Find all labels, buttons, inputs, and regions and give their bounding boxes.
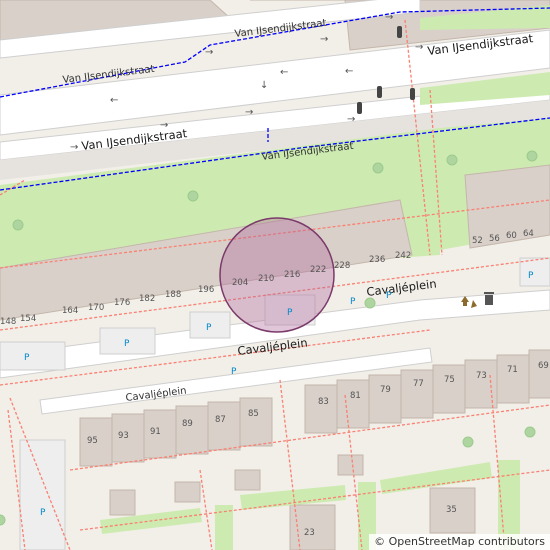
house-number: 85 — [248, 409, 259, 419]
house-number: 164 — [62, 306, 78, 316]
house-number: 242 — [395, 251, 411, 261]
house-number: 93 — [118, 431, 129, 441]
map-view[interactable]: → → → ← ← ← → → → → → ↓ Van IJsendijkstraat Van … — [0, 0, 550, 550]
house-number: 71 — [507, 365, 518, 375]
house-number: 176 — [114, 298, 130, 308]
location-marker[interactable] — [219, 217, 335, 333]
house-number: 89 — [182, 419, 193, 429]
map-attribution[interactable]: © OpenStreetMap contributors — [369, 534, 550, 550]
copyright-symbol: © — [374, 535, 386, 548]
svg-text:←: ← — [345, 66, 353, 77]
svg-text:↓: ↓ — [260, 80, 268, 91]
house-number: 236 — [369, 255, 385, 265]
house-number: 210 — [258, 274, 274, 284]
svg-text:→: → — [347, 114, 355, 125]
house-number: 77 — [413, 379, 424, 389]
house-number: 35 — [446, 505, 457, 515]
house-number: 204 — [232, 278, 248, 288]
parking-label: P — [528, 271, 534, 281]
svg-text:→: → — [385, 12, 393, 23]
house-number: 188 — [165, 290, 181, 300]
house-number: 23 — [304, 528, 315, 538]
parking-label: P — [231, 367, 237, 377]
svg-text:→: → — [320, 34, 328, 45]
parking-label: P — [386, 291, 392, 301]
house-number: 73 — [476, 371, 487, 381]
house-number: 81 — [350, 391, 361, 401]
house-number: 60 — [506, 231, 517, 241]
parking-label: P — [287, 308, 293, 318]
parking-label: P — [40, 508, 46, 518]
house-number: 83 — [318, 397, 329, 407]
house-number: 75 — [444, 375, 455, 385]
house-number: 52 — [472, 236, 483, 246]
svg-text:→: → — [415, 42, 423, 53]
house-number: 95 — [87, 436, 98, 446]
parking-label: P — [24, 353, 30, 363]
svg-text:→: → — [245, 107, 253, 118]
house-number: 79 — [380, 385, 391, 395]
house-number: 87 — [215, 415, 226, 425]
svg-text:→: → — [205, 47, 213, 58]
house-number: 69 — [538, 361, 549, 371]
house-number: 182 — [139, 294, 155, 304]
parking-label: P — [124, 339, 130, 349]
house-number: 196 — [198, 285, 214, 295]
waste-basket-icon — [484, 292, 494, 305]
house-number: 148 — [0, 317, 16, 327]
map-canvas[interactable]: →→→ ←← ← →→→ →→↓ Van IJsendijkstraat Van … — [0, 0, 550, 550]
house-number: 91 — [150, 427, 161, 437]
attribution-link[interactable]: OpenStreetMap contributors — [389, 535, 545, 548]
house-number: 170 — [88, 303, 104, 313]
svg-text:←: ← — [110, 95, 118, 106]
svg-text:→: → — [70, 142, 78, 153]
house-number: 216 — [284, 270, 300, 280]
svg-text:←: ← — [280, 67, 288, 78]
parking-label: P — [350, 297, 356, 307]
house-number: 64 — [523, 229, 534, 239]
house-number: 56 — [489, 234, 500, 244]
house-number: 154 — [20, 314, 36, 324]
house-number: 222 — [310, 265, 326, 275]
parking-label: P — [206, 323, 212, 333]
house-number: 228 — [334, 261, 350, 271]
